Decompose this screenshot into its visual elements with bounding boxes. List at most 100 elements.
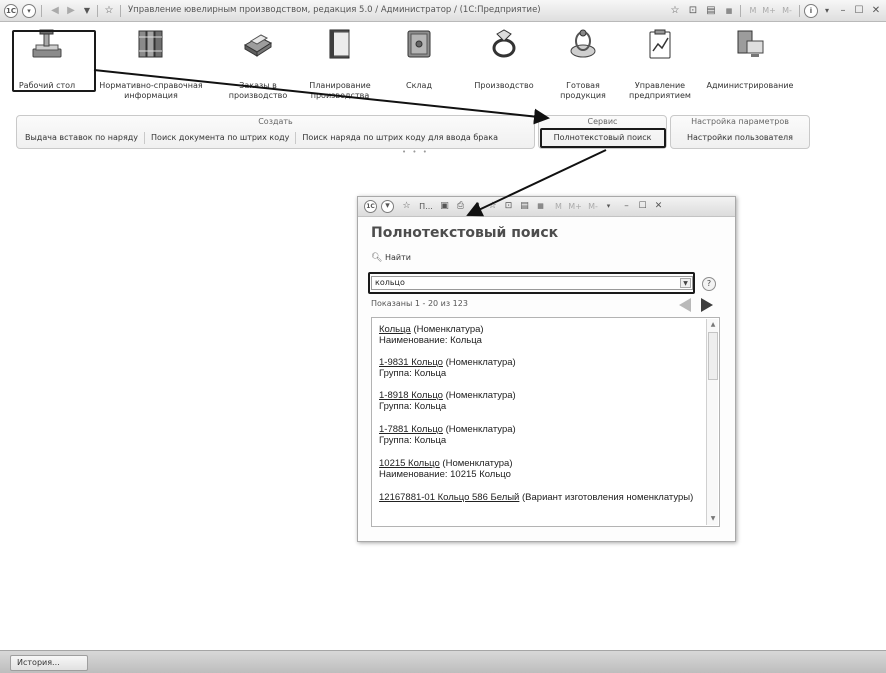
group-items: Настройки пользователя bbox=[673, 132, 807, 146]
results-list: Кольца (Номенклатура) Наименование: Коль… bbox=[371, 317, 720, 527]
maximize-icon[interactable]: ☐ bbox=[636, 200, 649, 213]
history-button[interactable]: История... bbox=[10, 655, 88, 671]
reference-books-icon bbox=[138, 30, 163, 58]
next-page-icon[interactable] bbox=[701, 298, 713, 312]
star-icon[interactable]: ☆ bbox=[486, 200, 499, 213]
highlight-frame bbox=[12, 30, 96, 92]
prev-page-icon[interactable] bbox=[679, 298, 691, 312]
results-scrollbar[interactable]: ▲ ▼ bbox=[706, 319, 718, 525]
close-icon[interactable]: ✕ bbox=[652, 200, 665, 213]
printer-icon bbox=[244, 34, 273, 57]
highlight-frame bbox=[368, 272, 695, 294]
cmd-user-settings[interactable]: Настройки пользователя bbox=[681, 132, 799, 144]
history-icon[interactable]: ⊡ bbox=[502, 200, 515, 213]
dialog-menu-icon[interactable]: ▾ bbox=[381, 200, 394, 213]
dialog-heading: Полнотекстовый поиск bbox=[371, 225, 559, 241]
toolbar-separator bbox=[799, 5, 800, 17]
result-detail: Наименование: 10215 Кольцо bbox=[379, 469, 511, 480]
main-menu-icon[interactable]: ▾ bbox=[22, 4, 36, 18]
list-item[interactable]: 1-9831 Кольцо (Номенклатура) Группа: Кол… bbox=[379, 357, 705, 379]
result-type: (Номенклатура) bbox=[410, 324, 484, 335]
history-icon[interactable]: ⊡ bbox=[686, 4, 700, 18]
memory-m-button[interactable]: M bbox=[746, 4, 760, 18]
section-label: Администрирование bbox=[706, 81, 794, 90]
list-item[interactable]: 12167881-01 Кольцо 586 Белый (Вариант из… bbox=[379, 492, 705, 503]
calculator-icon[interactable]: ▤ bbox=[704, 4, 718, 18]
result-link[interactable]: 12167881-01 Кольцо 586 Белый bbox=[379, 492, 519, 503]
panel-resize-dots[interactable]: • • • bbox=[402, 148, 429, 156]
result-link[interactable]: Кольца bbox=[379, 324, 411, 335]
link-icon[interactable]: ↗ bbox=[470, 200, 483, 213]
toolbar-separator bbox=[41, 5, 42, 17]
scroll-down-icon[interactable]: ▼ bbox=[708, 514, 718, 524]
section-enterprise-management[interactable]: Управление предприятием bbox=[620, 24, 700, 110]
result-type: (Номенклатура) bbox=[442, 357, 516, 368]
section-planning[interactable]: Планирование производства bbox=[300, 24, 380, 110]
help-button[interactable]: ? bbox=[702, 277, 716, 291]
minimize-icon[interactable]: – bbox=[620, 200, 633, 213]
result-link[interactable]: 1-8918 Кольцо bbox=[379, 390, 443, 401]
calendar-icon[interactable]: ▦ bbox=[534, 200, 547, 213]
1c-logo-icon[interactable]: 1С bbox=[4, 4, 18, 18]
result-link[interactable]: 1-7881 Кольцо bbox=[379, 424, 443, 435]
group-title: Создать bbox=[258, 117, 293, 126]
section-label: Управление предприятием bbox=[629, 81, 691, 100]
section-label: Нормативно-справочная информация bbox=[99, 81, 203, 100]
forward-icon[interactable]: ▶ bbox=[64, 4, 78, 18]
back-icon[interactable]: ◀ bbox=[48, 4, 62, 18]
favorites-icon[interactable]: ☆ bbox=[102, 4, 116, 18]
section-warehouse[interactable]: Склад bbox=[382, 24, 456, 110]
minimize-icon[interactable]: – bbox=[836, 4, 850, 18]
favorites-icon[interactable]: ☆ bbox=[400, 200, 413, 213]
memory-plus-button[interactable]: M+ bbox=[566, 200, 584, 213]
scroll-thumb[interactable] bbox=[708, 332, 718, 380]
calendar-icon[interactable]: ▦ bbox=[722, 4, 736, 18]
section-reference[interactable]: Нормативно-справочная информация bbox=[94, 24, 208, 110]
close-icon[interactable]: ✕ bbox=[869, 4, 883, 18]
list-item[interactable]: 1-8918 Кольцо (Номенклатура) Группа: Кол… bbox=[379, 390, 705, 412]
results-count: Показаны 1 - 20 из 123 bbox=[371, 299, 468, 308]
star-icon[interactable]: ☆ bbox=[668, 4, 682, 18]
memory-plus-button[interactable]: M+ bbox=[760, 4, 778, 18]
list-item[interactable]: Кольца (Номенклатура) Наименование: Коль… bbox=[379, 324, 705, 346]
1c-logo-icon[interactable]: 1С bbox=[364, 200, 377, 213]
info-icon[interactable]: i bbox=[804, 4, 818, 18]
ring-icon bbox=[492, 29, 516, 58]
group-items: Выдача вставок по наряду Поиск документа … bbox=[19, 132, 532, 146]
result-link[interactable]: 1-9831 Кольцо bbox=[379, 357, 443, 368]
dialog-title-bar: 1С ▾ ☆ П... ▣ ⎙ ↗ ☆ ⊡ ▤ ▦ M M+ M- ▾ – ☐ … bbox=[358, 197, 735, 217]
section-production[interactable]: Производство bbox=[462, 24, 546, 110]
section-finished-products[interactable]: Готовая продукция bbox=[548, 24, 618, 110]
maximize-icon[interactable]: ☐ bbox=[852, 4, 866, 18]
result-detail: Группа: Кольца bbox=[379, 435, 447, 446]
jewelry-icon bbox=[570, 29, 596, 58]
cmd-find-order-barcode-defect[interactable]: Поиск наряда по штрих коду для ввода бра… bbox=[296, 132, 504, 144]
section-administration[interactable]: Администрирование bbox=[702, 24, 798, 110]
result-link[interactable]: 10215 Кольцо bbox=[379, 458, 440, 469]
dropdown-icon[interactable]: ▾ bbox=[602, 200, 615, 213]
list-item[interactable]: 1-7881 Кольцо (Номенклатура) Группа: Кол… bbox=[379, 424, 705, 446]
info-dropdown-icon[interactable]: ▾ bbox=[820, 4, 834, 18]
result-detail: Группа: Кольца bbox=[379, 368, 447, 379]
list-item[interactable]: 10215 Кольцо (Номенклатура) Наименование… bbox=[379, 458, 705, 480]
print-icon[interactable]: ⎙ bbox=[454, 200, 467, 213]
dialog-name-short: П... bbox=[419, 202, 433, 211]
find-button[interactable]: 🔍︎ Найти bbox=[371, 253, 411, 263]
calculator-icon[interactable]: ▤ bbox=[518, 200, 531, 213]
group-create: Создать Выдача вставок по наряду Поиск до… bbox=[16, 115, 535, 149]
find-label: Найти bbox=[384, 253, 411, 262]
dropdown-icon[interactable]: ▼ bbox=[80, 4, 94, 18]
memory-m-button[interactable]: M bbox=[552, 200, 565, 213]
toolbar-separator bbox=[120, 5, 121, 17]
safe-icon bbox=[407, 30, 431, 58]
cmd-find-document-barcode[interactable]: Поиск документа по штрих коду bbox=[145, 132, 297, 144]
section-label: Планирование производства bbox=[309, 81, 371, 100]
scroll-up-icon[interactable]: ▲ bbox=[708, 320, 718, 330]
status-bar: История... bbox=[0, 650, 886, 673]
section-orders[interactable]: Заказы в производство bbox=[216, 24, 300, 110]
memory-minus-button[interactable]: M- bbox=[584, 200, 602, 213]
result-type: (Номенклатура) bbox=[439, 458, 513, 469]
save-icon[interactable]: ▣ bbox=[438, 200, 451, 213]
memory-minus-button[interactable]: M- bbox=[778, 4, 796, 18]
cmd-issue-inserts[interactable]: Выдача вставок по наряду bbox=[19, 132, 146, 144]
